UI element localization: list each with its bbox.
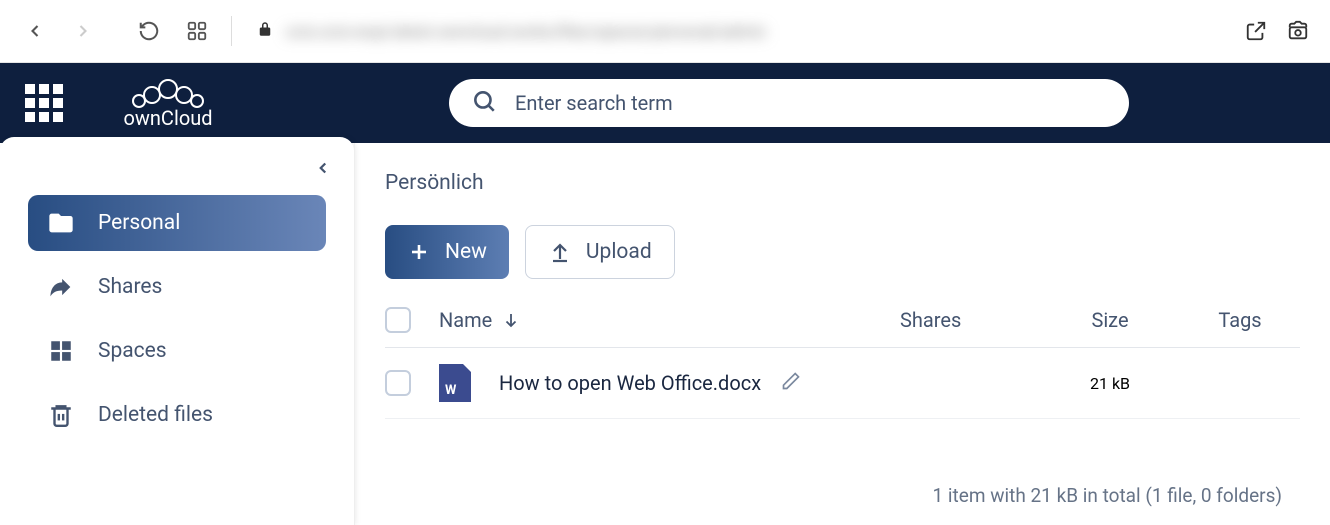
column-size[interactable]: Size <box>1040 308 1180 332</box>
app-header: ownCloud <box>0 63 1330 143</box>
search-icon <box>471 88 497 118</box>
owncloud-logo[interactable]: ownCloud <box>103 75 233 131</box>
column-shares[interactable]: Shares <box>900 308 1040 332</box>
apps-shortcut-button[interactable] <box>177 11 217 51</box>
share-page-icon[interactable] <box>1239 14 1273 48</box>
docx-file-icon <box>439 364 471 402</box>
trash-icon <box>46 402 76 428</box>
sidebar-item-personal[interactable]: Personal <box>28 195 326 251</box>
file-size: 21 kB <box>1040 374 1180 393</box>
browser-toolbar: ocis.ocis-wopi.latest.owncloud.works/fil… <box>0 0 1330 63</box>
collapse-sidebar-button[interactable] <box>314 159 332 181</box>
address-bar[interactable]: ocis.ocis-wopi.latest.owncloud.works/fil… <box>246 20 1231 42</box>
column-tags[interactable]: Tags <box>1180 308 1300 332</box>
sidebar-item-label: Shares <box>98 275 162 299</box>
sort-down-icon <box>502 311 520 329</box>
search-bar[interactable] <box>449 79 1129 127</box>
app-switcher-button[interactable] <box>25 84 63 122</box>
back-button[interactable] <box>15 11 55 51</box>
upload-button-label: Upload <box>586 240 652 264</box>
share-arrow-icon <box>46 273 76 301</box>
sidebar: Personal Shares Spaces Deleted files <box>0 137 354 525</box>
new-button-label: New <box>445 240 487 264</box>
sidebar-item-label: Spaces <box>98 339 167 363</box>
plus-icon <box>407 240 431 264</box>
table-row[interactable]: How to open Web Office.docx 21 kB <box>385 348 1300 419</box>
lock-icon <box>256 20 274 42</box>
table-header: Name Shares Size Tags <box>385 307 1300 348</box>
column-name[interactable]: Name <box>439 308 900 332</box>
rename-icon[interactable] <box>781 371 801 395</box>
file-name[interactable]: How to open Web Office.docx <box>499 371 761 395</box>
forward-button[interactable] <box>63 11 103 51</box>
select-all-checkbox[interactable] <box>385 307 411 333</box>
folder-icon <box>46 209 76 237</box>
sidebar-item-label: Deleted files <box>98 403 213 427</box>
breadcrumb[interactable]: Persönlich <box>385 171 1300 195</box>
upload-button[interactable]: Upload <box>525 225 675 279</box>
sidebar-item-deleted[interactable]: Deleted files <box>28 387 326 443</box>
reload-button[interactable] <box>129 11 169 51</box>
sidebar-item-spaces[interactable]: Spaces <box>28 323 326 379</box>
upload-icon <box>548 240 572 264</box>
spaces-icon <box>46 338 76 364</box>
row-checkbox[interactable] <box>385 370 411 396</box>
toolbar-divider <box>231 16 232 46</box>
sidebar-item-label: Personal <box>98 211 180 235</box>
new-button[interactable]: New <box>385 225 509 279</box>
footer-summary: 1 item with 21 kB in total (1 file, 0 fo… <box>933 484 1282 507</box>
sidebar-item-shares[interactable]: Shares <box>28 259 326 315</box>
main-content: Persönlich New Upload Name Shares Size T… <box>354 143 1330 525</box>
screenshot-icon[interactable] <box>1281 14 1315 48</box>
url-text: ocis.ocis-wopi.latest.owncloud.works/fil… <box>286 22 766 41</box>
svg-text:ownCloud: ownCloud <box>123 106 212 130</box>
search-input[interactable] <box>515 91 1107 115</box>
